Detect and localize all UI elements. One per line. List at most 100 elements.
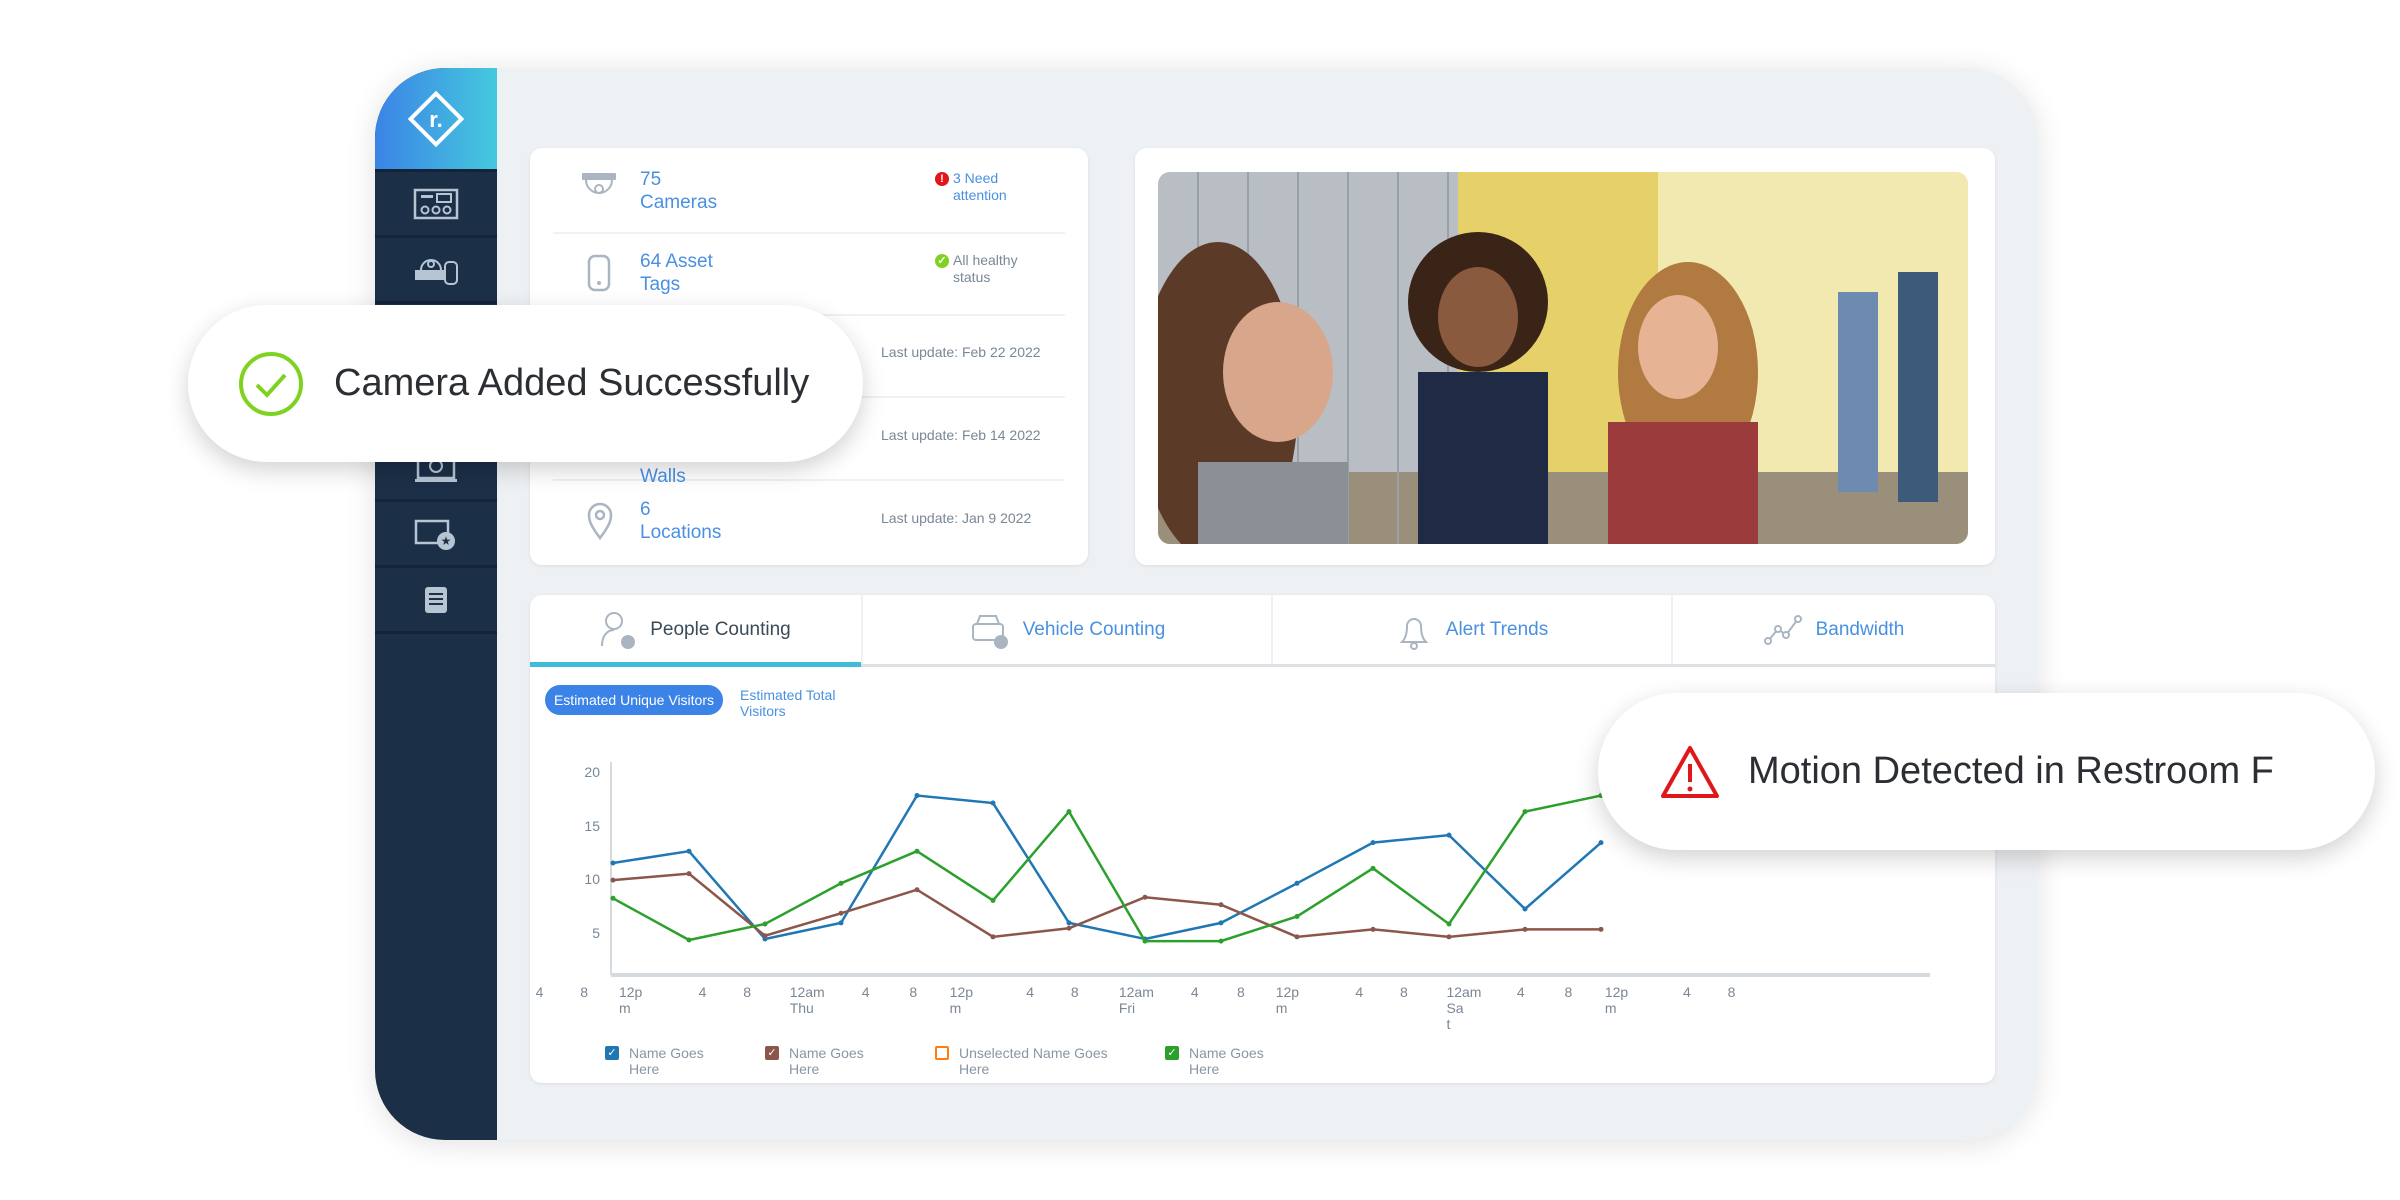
camera-label: Cameras <box>640 192 718 213</box>
data-point <box>1598 840 1604 846</box>
sidebar-item-clips[interactable]: ★ <box>375 502 497 568</box>
y-tick-label: 20 <box>584 764 600 780</box>
svg-text:★: ★ <box>441 534 452 548</box>
x-tick-label: 12p m <box>1275 984 1300 1016</box>
check-icon: ✓ <box>935 254 949 268</box>
success-check-icon <box>239 351 303 416</box>
camera-feed-image[interactable] <box>1158 172 1968 544</box>
camera-count: 75 <box>640 169 662 190</box>
legend-item[interactable]: ✓ Name Goes Here <box>765 1045 875 1077</box>
data-point <box>1446 832 1452 838</box>
data-point <box>1598 926 1604 932</box>
data-point <box>990 934 996 940</box>
data-point <box>1446 934 1452 940</box>
checkbox-unchecked-icon[interactable] <box>935 1046 949 1060</box>
data-point <box>762 933 768 939</box>
data-point <box>1294 913 1300 919</box>
video-clips-favorite-icon: ★ <box>414 519 455 550</box>
data-point <box>990 897 996 903</box>
data-point <box>1218 920 1224 926</box>
data-point <box>914 887 920 893</box>
asset-tag-label: Tags <box>640 274 681 295</box>
data-point <box>1218 902 1224 908</box>
warning-triangle-icon <box>1661 745 1719 798</box>
x-tick-label: 8 <box>1070 984 1079 1000</box>
asset-tag-icon <box>587 254 611 292</box>
legend-label: Unselected Name Goes Here <box>959 1045 1108 1077</box>
svg-text:r.: r. <box>429 107 442 132</box>
y-tick-label: 15 <box>584 817 600 834</box>
data-point <box>1370 926 1376 932</box>
data-point <box>838 910 844 916</box>
sidebar-item-devices[interactable] <box>375 238 497 304</box>
x-tick-label: 4 <box>535 984 544 1000</box>
x-tick-label: 8 <box>1727 984 1736 1000</box>
x-tick-label: 4 <box>1190 984 1199 1000</box>
data-point <box>1446 921 1452 927</box>
x-tick-label: 12p m <box>618 984 643 1016</box>
data-point <box>1370 865 1376 871</box>
x-tick-label: 12p m <box>949 984 974 1016</box>
logo[interactable]: r. <box>375 68 497 172</box>
x-tick-label: 8 <box>743 984 752 1000</box>
x-tick-label: 4 <box>1682 984 1691 1000</box>
x-tick-label: 8 <box>1564 984 1573 1000</box>
x-tick-label: 4 <box>698 984 707 1000</box>
y-tick-label: 10 <box>584 871 600 888</box>
location-count: 6 <box>640 499 651 520</box>
stat-row-asset-tags[interactable]: 64 Asset Tags ✓ All healthy status <box>553 234 1065 316</box>
success-toast-message: Camera Added Successfully <box>334 362 810 404</box>
legend-item[interactable]: ✓ Name Goes Here <box>1165 1045 1275 1077</box>
sidebar-item-dashboard[interactable] <box>375 172 497 238</box>
stat-row-locations[interactable]: 6 Locations Last update: Jan 9 2022 <box>553 482 1065 564</box>
data-point <box>1294 934 1300 940</box>
success-toast[interactable]: Camera Added Successfully <box>188 305 863 462</box>
x-tick-label: 12am Thu <box>789 984 825 1016</box>
x-tick-label: 4 <box>1026 984 1035 1000</box>
x-tick-label: 8 <box>1236 984 1245 1000</box>
checkbox-checked-icon[interactable]: ✓ <box>605 1046 619 1060</box>
last-update: Last update: Jan 9 2022 <box>881 510 1032 526</box>
legend-item[interactable]: ✓ Name Goes Here <box>605 1045 715 1077</box>
data-point <box>1522 809 1528 815</box>
alert-toast[interactable]: Motion Detected in Restroom F <box>1598 693 2375 850</box>
stat-row-cameras[interactable]: 75 Cameras ! 3 Need attention <box>553 152 1065 234</box>
legend-label: Name Goes Here <box>1189 1045 1264 1077</box>
x-tick-label: 8 <box>580 984 589 1000</box>
data-point <box>1142 938 1148 944</box>
data-point <box>1294 880 1300 886</box>
legend-label: Name Goes Here <box>629 1045 704 1077</box>
data-point <box>762 921 768 927</box>
legend-item[interactable]: Unselected Name Goes Here <box>935 1045 1135 1077</box>
data-point <box>686 848 692 854</box>
checkbox-checked-icon[interactable]: ✓ <box>1165 1046 1179 1060</box>
y-tick-label: 5 <box>592 924 600 941</box>
control-panel-icon <box>413 188 459 219</box>
camera-status[interactable]: 3 Need attention <box>953 170 1007 203</box>
app-window: r. ★ 75 Cameras ! 3 Need attention 64 Asse… <box>375 68 2037 1140</box>
legend-label: Name Goes Here <box>789 1045 864 1077</box>
data-point <box>990 800 996 806</box>
last-update: Last update: Feb 22 2022 <box>881 344 1041 360</box>
error-icon: ! <box>935 172 949 186</box>
x-tick-label: 4 <box>861 984 870 1000</box>
x-tick-label: 8 <box>1399 984 1408 1000</box>
camera-devices-icon <box>415 258 458 285</box>
location-label: Locations <box>640 522 722 543</box>
sidebar-item-reports[interactable] <box>375 568 497 634</box>
x-tick-label: 4 <box>1516 984 1525 1000</box>
data-point <box>610 860 616 866</box>
data-point <box>1142 894 1148 900</box>
last-update: Last update: Feb 14 2022 <box>881 427 1041 443</box>
data-point <box>610 877 616 883</box>
data-point <box>1066 920 1072 926</box>
camera-feed-card <box>1135 148 1995 565</box>
data-point <box>1218 938 1224 944</box>
data-point <box>1522 906 1528 912</box>
x-tick-label: 12p m <box>1604 984 1629 1016</box>
x-tick-label: 8 <box>909 984 918 1000</box>
data-point <box>686 937 692 943</box>
x-tick-label: 4 <box>1355 984 1364 1000</box>
checkbox-checked-icon[interactable]: ✓ <box>765 1046 779 1060</box>
data-point <box>914 793 920 799</box>
